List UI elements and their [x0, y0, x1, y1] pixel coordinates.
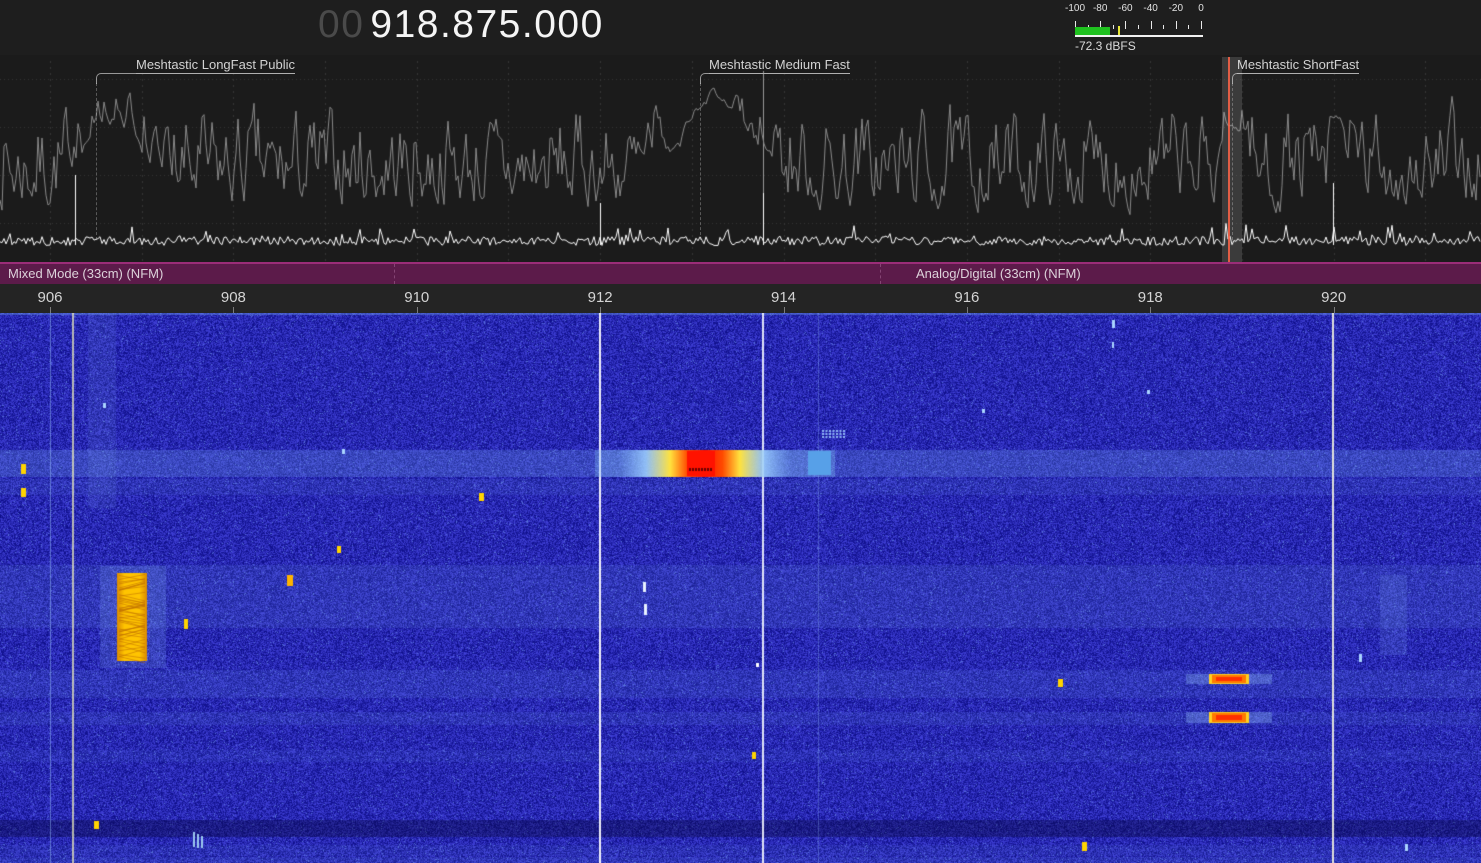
frequency-scale[interactable]: 906908910912914916918920	[0, 284, 1481, 313]
meter-level-bar	[1075, 27, 1110, 35]
bookmark-range-line	[700, 83, 701, 240]
spectrum-canvas[interactable]	[0, 55, 1481, 262]
bookmark-connector	[700, 73, 710, 84]
bandplan-separator	[394, 264, 395, 284]
frequency-leading-zeros: 00	[318, 3, 364, 46]
bookmark-label[interactable]: Meshtastic LongFast Public	[136, 57, 295, 74]
bookmark-range-line	[96, 83, 97, 240]
meter-value-label: -72.3 dBFS	[1075, 39, 1136, 53]
bookmark-label[interactable]: Meshtastic ShortFast	[1237, 57, 1359, 74]
bandplan-segment-label: Mixed Mode (33cm) (NFM)	[8, 264, 163, 283]
frequency-digits: 918.875.000	[370, 3, 603, 46]
signal-meter: -100-80-60-40-200 -72.3 dBFS	[1058, 2, 1208, 54]
bandplan-segment-label: Analog/Digital (33cm) (NFM)	[916, 264, 1081, 283]
top-bar: 00918.875.000 -100-80-60-40-200 -72.3 dB…	[0, 0, 1481, 55]
bookmark-connector	[96, 73, 137, 84]
meter-tick	[1151, 21, 1152, 29]
meter-tick	[1201, 21, 1202, 29]
meter-tick	[1188, 25, 1189, 29]
meter-scale-line	[1075, 35, 1203, 37]
bandplan-bar: Mixed Mode (33cm) (NFM) Analog/Digital (…	[0, 262, 1481, 284]
bookmark-label[interactable]: Meshtastic Medium Fast	[709, 57, 850, 74]
meter-tick	[1138, 25, 1139, 29]
meter-tick	[1163, 25, 1164, 29]
bandplan-separator	[880, 264, 881, 284]
meter-tick	[1113, 25, 1114, 29]
sdrpp-app: 00918.875.000 -100-80-60-40-200 -72.3 dB…	[0, 0, 1481, 863]
frequency-display[interactable]: 00918.875.000	[318, 3, 604, 47]
waterfall-display[interactable]	[0, 313, 1481, 863]
meter-tick	[1176, 21, 1177, 29]
meter-tick	[1125, 21, 1126, 29]
